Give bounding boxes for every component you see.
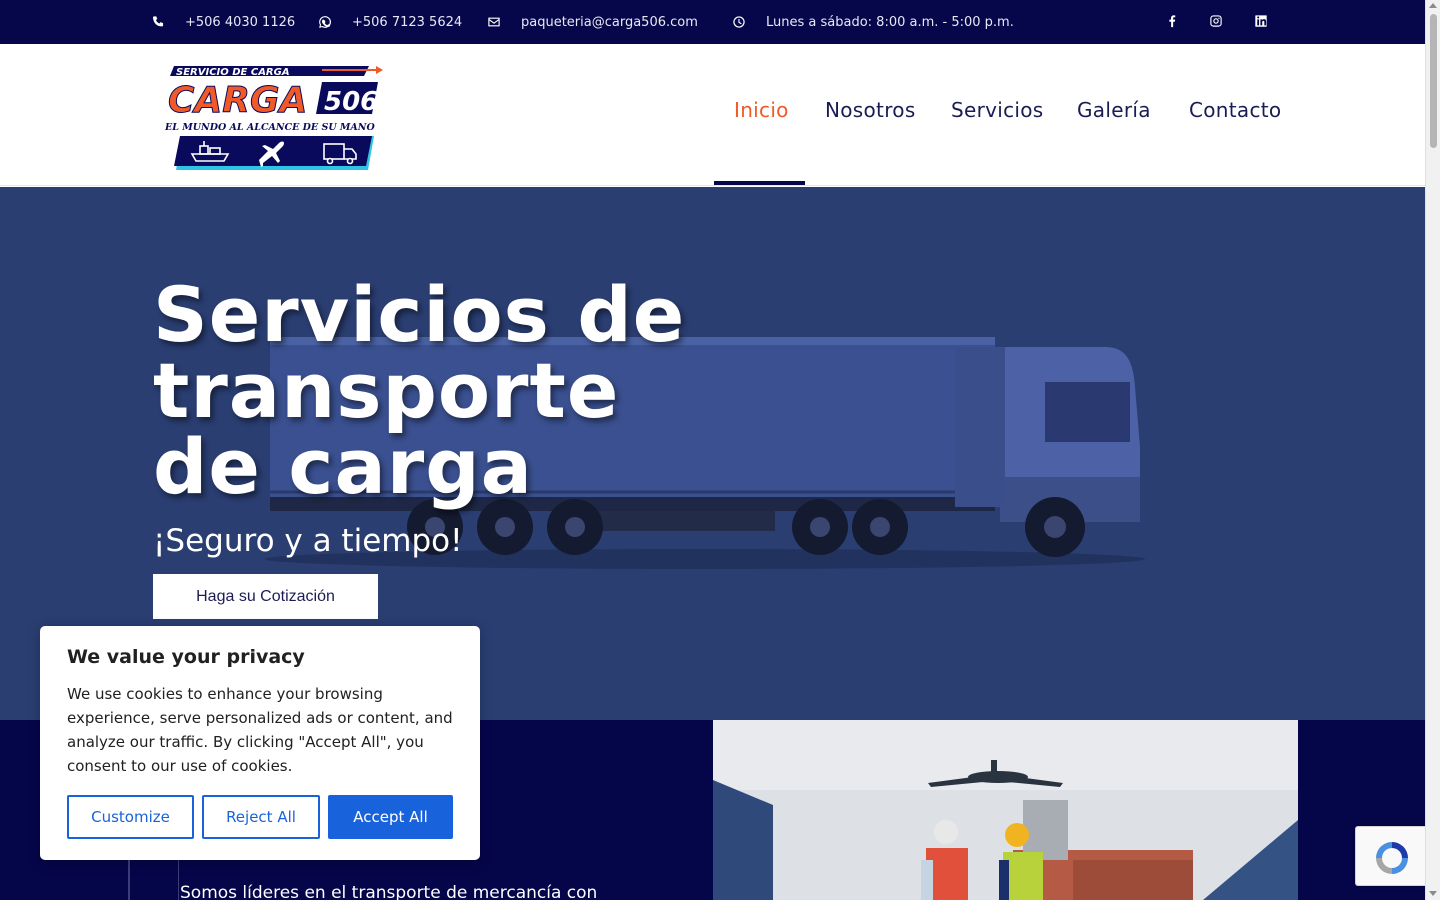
hero-title: Servicios de transporte de carga bbox=[153, 277, 773, 505]
scrollbar-thumb[interactable] bbox=[1430, 14, 1437, 148]
scroll-up-arrow-icon[interactable] bbox=[1429, 3, 1437, 8]
carga506-logo: SERVICIO DE CARGA CARGA 506 EL MUNDO AL … bbox=[164, 66, 383, 170]
linkedin-icon bbox=[1255, 15, 1267, 27]
logistics-photo bbox=[713, 720, 1298, 900]
instagram-icon bbox=[1210, 15, 1222, 27]
scroll-down-arrow-icon[interactable] bbox=[1429, 891, 1437, 896]
svg-text:CARGA: CARGA bbox=[168, 80, 307, 121]
business-hours: Lunes a sábado: 8:00 a.m. - 5:00 p.m. bbox=[732, 0, 1014, 44]
whatsapp-contact[interactable]: +506 7123 5624 bbox=[318, 0, 462, 44]
recaptcha-icon bbox=[1376, 842, 1408, 874]
phone-contact[interactable]: +506 4030 1126 bbox=[151, 0, 295, 44]
svg-text:SERVICIO DE CARGA: SERVICIO DE CARGA bbox=[176, 67, 290, 78]
cookie-title: We value your privacy bbox=[67, 646, 305, 668]
decorative-divider bbox=[128, 860, 130, 900]
hero-title-line3: de carga bbox=[153, 422, 533, 511]
svg-text:EL MUNDO AL ALCANCE DE SU MANO: EL MUNDO AL ALCANCE DE SU MANO bbox=[164, 122, 375, 133]
active-nav-indicator bbox=[714, 181, 805, 185]
hero-subtitle: ¡Seguro y a tiempo! bbox=[153, 523, 463, 559]
envelope-icon bbox=[488, 17, 500, 27]
whatsapp-icon bbox=[319, 16, 331, 28]
quote-button[interactable]: Haga su Cotización bbox=[153, 574, 378, 619]
svg-text:506: 506 bbox=[324, 87, 378, 117]
nav-inicio[interactable]: Inicio bbox=[734, 98, 789, 122]
phone-number: +506 4030 1126 bbox=[185, 14, 296, 30]
nav-servicios[interactable]: Servicios bbox=[951, 98, 1044, 122]
phone-icon bbox=[152, 16, 164, 27]
cookie-consent-banner: We value your privacy We use cookies to … bbox=[40, 626, 480, 860]
nav-galeria[interactable]: Galería bbox=[1077, 98, 1151, 122]
customize-button[interactable]: Customize bbox=[67, 795, 194, 839]
facebook-icon bbox=[1169, 15, 1176, 28]
whatsapp-number: +506 7123 5624 bbox=[352, 14, 463, 30]
facebook-link[interactable] bbox=[1165, 14, 1181, 30]
nav-nosotros[interactable]: Nosotros bbox=[825, 98, 916, 122]
recaptcha-badge[interactable] bbox=[1355, 826, 1427, 886]
top-contact-bar: +506 4030 1126 +506 7123 5624 paqueteria… bbox=[0, 0, 1425, 44]
instagram-link[interactable] bbox=[1209, 14, 1225, 30]
cookie-description: We use cookies to enhance your browsing … bbox=[67, 685, 453, 775]
reject-all-button[interactable]: Reject All bbox=[202, 795, 320, 839]
accept-all-button[interactable]: Accept All bbox=[328, 795, 453, 839]
site-logo[interactable]: SERVICIO DE CARGA CARGA 506 EL MUNDO AL … bbox=[164, 64, 384, 172]
clock-icon bbox=[733, 16, 745, 28]
site-header: SERVICIO DE CARGA CARGA 506 EL MUNDO AL … bbox=[0, 44, 1425, 186]
linkedin-link[interactable] bbox=[1254, 14, 1270, 30]
hours-text: Lunes a sábado: 8:00 a.m. - 5:00 p.m. bbox=[766, 14, 1014, 30]
page-scrollbar[interactable] bbox=[1425, 0, 1440, 900]
email-address: paqueteria@carga506.com bbox=[521, 14, 698, 30]
email-contact[interactable]: paqueteria@carga506.com bbox=[487, 0, 698, 44]
about-text: Somos líderes en el transporte de mercan… bbox=[180, 883, 598, 900]
nav-contacto[interactable]: Contacto bbox=[1189, 98, 1281, 122]
